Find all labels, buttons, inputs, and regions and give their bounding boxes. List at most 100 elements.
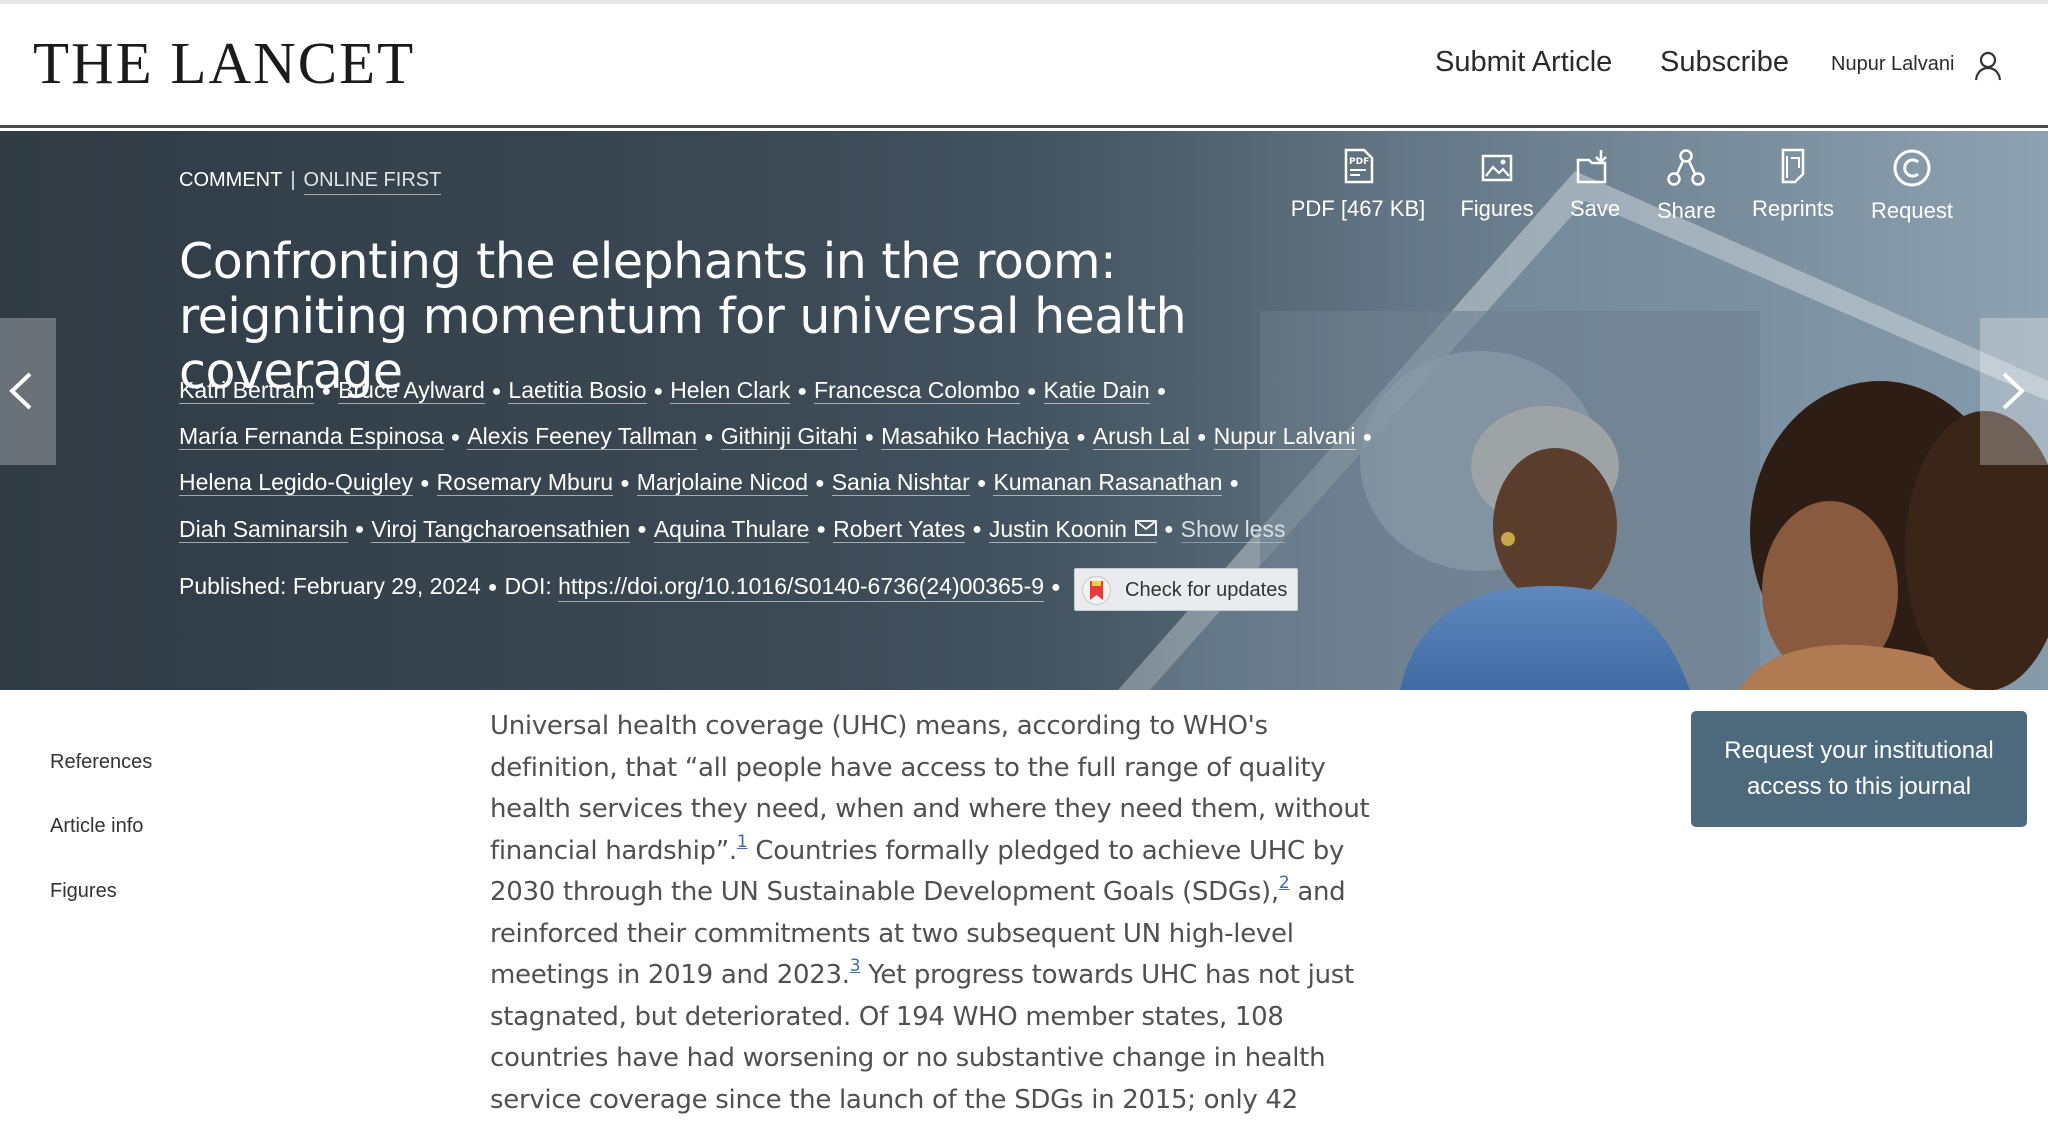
info-separator: ●: [487, 578, 498, 596]
body-line: definition, that “all people have access…: [490, 752, 1326, 783]
author-link[interactable]: Robert Yates: [833, 515, 966, 543]
author-separator: ●: [1196, 428, 1207, 446]
author-separator: ●: [816, 521, 827, 539]
svg-text:PDF: PDF: [1349, 157, 1369, 167]
author-link[interactable]: Katri Bertram: [179, 377, 315, 404]
author-link[interactable]: Viroj Tangcharoensathien: [371, 515, 631, 543]
author-separator: ●: [491, 382, 502, 400]
author-separator: ●: [1156, 382, 1167, 400]
save-folder-icon: [1576, 150, 1607, 184]
article-type: COMMENT: [179, 169, 283, 191]
pdf-button[interactable]: PDF PDF [467 KB]: [1290, 148, 1426, 220]
chevron-left-icon: [9, 372, 32, 410]
corresponding-author-link[interactable]: Justin Koonin: [988, 515, 1157, 543]
author-separator: ●: [354, 521, 365, 539]
chevron-right-icon: [2002, 372, 2025, 410]
show-less-link[interactable]: Show less: [1180, 515, 1286, 543]
reference-link[interactable]: 3: [850, 956, 861, 976]
author-list: Katri Bertram ● Bruce Aylward ● Laetitia Bos…: [179, 368, 1459, 553]
body-line: meetings in 2019 and 2023.3 Yet progress…: [490, 955, 1354, 997]
author-separator: ●: [321, 382, 332, 400]
side-nav-references[interactable]: References: [50, 752, 152, 772]
author-separator: ●: [797, 382, 808, 400]
request-label: Request: [1871, 198, 1953, 223]
share-button[interactable]: Share: [1657, 148, 1716, 222]
author-link[interactable]: Helena Legido-Quigley: [179, 469, 413, 497]
author-separator: ●: [1362, 428, 1373, 446]
author-link[interactable]: Marjolaine Nicod: [636, 469, 809, 497]
body-line: countries have had worsening or no subst…: [490, 1043, 1326, 1073]
author-separator: ●: [450, 428, 461, 446]
author-separator: ●: [620, 475, 630, 493]
institutional-access-button[interactable]: Request your institutional access to thi…: [1691, 711, 2027, 827]
author-link[interactable]: Rosemary Mburu: [436, 469, 614, 497]
body-line: service coverage since the launch of the…: [490, 1084, 1298, 1115]
author-link[interactable]: Bruce Aylward: [338, 377, 485, 404]
author-link[interactable]: María Fernanda Espinosa: [179, 423, 444, 451]
mail-icon: [1135, 520, 1157, 537]
request-button[interactable]: Request: [1870, 148, 1954, 222]
author-link[interactable]: Katie Dain: [1043, 377, 1150, 404]
author-link[interactable]: Nupur Lalvani: [1213, 423, 1356, 451]
author-separator: ●: [972, 521, 982, 539]
author-separator: ●: [1163, 521, 1174, 539]
lancet-logo[interactable]: THE LANCET: [33, 34, 415, 93]
site-header: THE LANCET Submit Article Subscribe Nupu…: [0, 4, 2048, 128]
crossmark-icon: [1082, 576, 1111, 605]
published-date: February 29, 2024: [292, 573, 481, 599]
publication-info: Published: February 29, 2024 ● DOI: https:…: [179, 573, 1068, 602]
author-link[interactable]: Arush Lal: [1092, 423, 1190, 451]
author-separator: ●: [1076, 428, 1086, 446]
pdf-label: PDF [467 KB]: [1290, 196, 1426, 221]
body-line: reinforced their commitments at two subs…: [490, 918, 1294, 949]
save-button[interactable]: Save: [1570, 148, 1620, 220]
online-first-link[interactable]: ONLINE FIRST: [303, 169, 442, 195]
doi-link[interactable]: https://doi.org/10.1016/S0140-6736(24)00…: [558, 573, 1045, 602]
body-line: 2030 through the UN Sustainable Developm…: [490, 872, 1346, 914]
figures-button[interactable]: Figures: [1460, 148, 1534, 220]
author-link[interactable]: Sania Nishtar: [831, 469, 970, 497]
reference-link[interactable]: 1: [737, 832, 748, 852]
reprints-icon: [1781, 148, 1805, 184]
check-for-updates-label: Check for updates: [1125, 579, 1288, 601]
author-separator: ●: [976, 475, 987, 493]
subscribe-link[interactable]: Subscribe: [1660, 48, 1789, 77]
figures-label: Figures: [1460, 196, 1534, 221]
author-separator: ●: [704, 428, 714, 446]
article-body: Universal health coverage (UHC) means, a…: [490, 706, 1370, 1121]
author-link[interactable]: Diah Saminarsih: [179, 515, 348, 543]
user-name[interactable]: Nupur Lalvani: [1831, 54, 1954, 74]
author-separator: ●: [1229, 475, 1240, 493]
author-link[interactable]: Francesca Colombo: [814, 377, 1020, 404]
doi-label: DOI:: [504, 573, 552, 599]
author-separator: ●: [815, 475, 825, 493]
next-article-button[interactable]: [1980, 318, 2048, 465]
author-link[interactable]: Aquina Thulare: [653, 515, 810, 543]
reprints-button[interactable]: Reprints: [1752, 148, 1834, 220]
body-text: financial hardship”.: [490, 835, 737, 866]
author-link[interactable]: Alexis Feeney Tallman: [467, 423, 698, 451]
author-link[interactable]: Kumanan Rasanathan: [993, 469, 1223, 497]
reference-link[interactable]: 2: [1279, 873, 1290, 893]
body-text: and: [1297, 877, 1346, 907]
institutional-access-line2: access to this journal: [1746, 773, 1972, 800]
author-link[interactable]: Laetitia Bosio: [508, 377, 647, 404]
check-for-updates-button[interactable]: Check for updates: [1074, 568, 1298, 611]
body-text: Countries formally pledged to achieve UH…: [755, 835, 1345, 866]
save-label: Save: [1570, 196, 1621, 221]
body-line: stagnated, but deteriorated. Of 194 WHO …: [490, 1001, 1284, 1032]
author-link[interactable]: Githinji Gitahi: [720, 423, 858, 451]
side-nav-figures[interactable]: Figures: [50, 881, 117, 901]
copyright-icon: [1893, 149, 1931, 187]
author-link[interactable]: Helen Clark: [670, 377, 791, 404]
body-line: financial hardship”.1 Countries formally…: [490, 831, 1344, 873]
previous-article-button[interactable]: [0, 318, 56, 465]
body-text: 2030 through the UN Sustainable Developm…: [490, 877, 1279, 907]
share-icon: [1667, 149, 1705, 186]
image-icon: [1481, 154, 1513, 182]
breadcrumb-separator: |: [290, 169, 296, 191]
submit-article-link[interactable]: Submit Article: [1435, 48, 1612, 77]
user-icon[interactable]: [1973, 50, 2003, 82]
author-link[interactable]: Masahiko Hachiya: [881, 423, 1070, 451]
side-nav-article-info[interactable]: Article info: [50, 816, 143, 836]
